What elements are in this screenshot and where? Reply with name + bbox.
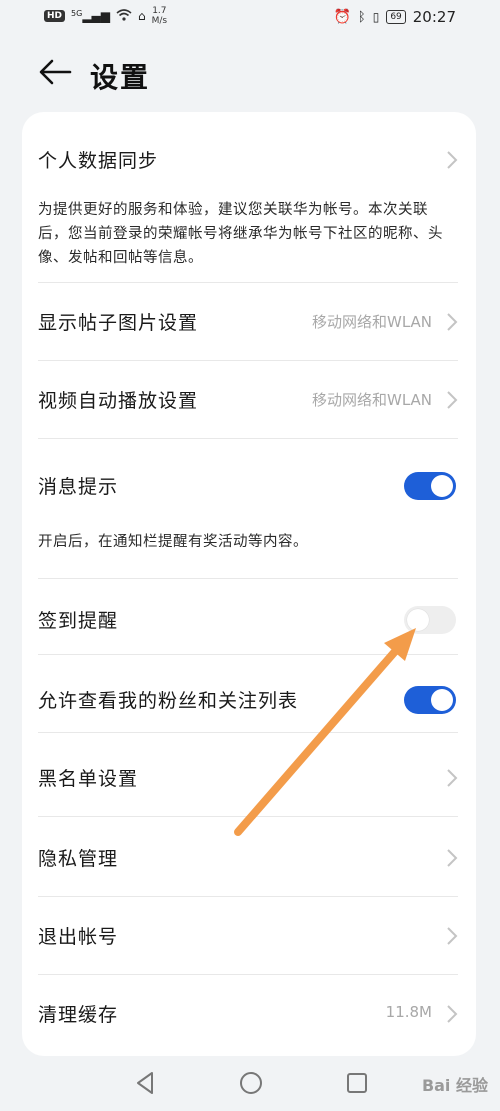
chevron-right-icon bbox=[447, 849, 458, 867]
watermark: Bai 经验 bbox=[421, 1076, 488, 1095]
divider bbox=[38, 816, 458, 817]
fans-visibility-toggle[interactable] bbox=[404, 686, 456, 714]
nav-recents-icon[interactable] bbox=[342, 1068, 372, 1098]
post-image-setting-row[interactable]: 显示帖子图片设置 移动网络和WLAN bbox=[38, 302, 458, 342]
net-speed: 1.7 M/s bbox=[152, 6, 168, 26]
post-image-setting-value: 移动网络和WLAN bbox=[311, 313, 432, 331]
message-alert-description: 开启后，在通知栏提醒有奖活动等内容。 bbox=[38, 534, 308, 550]
network-type: 5G bbox=[71, 9, 83, 18]
alarm-icon: ⏰ bbox=[333, 9, 351, 25]
divider bbox=[38, 654, 458, 655]
divider bbox=[38, 360, 458, 361]
checkin-reminder-title: 签到提醒 bbox=[38, 610, 119, 632]
divider bbox=[38, 282, 458, 283]
divider bbox=[38, 896, 458, 897]
divider bbox=[38, 732, 458, 733]
status-left: HD 5G▂▄▆ ⌂ 1.7 M/s bbox=[44, 6, 167, 26]
system-nav-bar: Bai 经验 bbox=[0, 1056, 500, 1111]
toggle-knob bbox=[431, 689, 453, 711]
clear-cache-row[interactable]: 清理缓存 11.8M bbox=[38, 994, 458, 1034]
post-image-setting-title: 显示帖子图片设置 bbox=[38, 312, 199, 334]
nav-back-icon[interactable] bbox=[130, 1068, 160, 1098]
clear-cache-title: 清理缓存 bbox=[38, 1004, 119, 1026]
bluetooth-icon: ᛒ bbox=[357, 9, 366, 25]
chevron-right-icon bbox=[447, 391, 458, 409]
privacy-title: 隐私管理 bbox=[38, 848, 119, 870]
chevron-right-icon bbox=[447, 313, 458, 331]
page-title: 设置 bbox=[90, 61, 151, 94]
app-header: 设置 bbox=[0, 48, 500, 100]
chevron-right-icon bbox=[447, 927, 458, 945]
chevron-right-icon bbox=[447, 1005, 458, 1023]
chevron-right-icon bbox=[447, 769, 458, 787]
hd-badge: HD bbox=[44, 10, 66, 22]
hotspot-icon: ⌂ bbox=[138, 9, 146, 23]
logout-row[interactable]: 退出帐号 bbox=[38, 916, 458, 956]
privacy-row[interactable]: 隐私管理 bbox=[38, 838, 458, 878]
checkin-reminder-toggle[interactable] bbox=[404, 606, 456, 634]
sync-description: 为提供更好的服务和体验，建议您关联华为帐号。本次关联后，您当前登录的荣耀帐号将继… bbox=[38, 202, 443, 266]
status-bar: HD 5G▂▄▆ ⌂ 1.7 M/s ⏰ ᛒ ▯ 69 20:27 bbox=[0, 0, 500, 36]
chevron-right-icon bbox=[447, 151, 458, 169]
net-speed-value: 1.7 bbox=[152, 6, 167, 16]
toggle-knob bbox=[407, 609, 429, 631]
fans-visibility-title: 允许查看我的粉丝和关注列表 bbox=[38, 690, 299, 712]
video-autoplay-value: 移动网络和WLAN bbox=[311, 391, 432, 409]
checkin-reminder-row: 签到提醒 bbox=[38, 600, 458, 640]
blacklist-row[interactable]: 黑名单设置 bbox=[38, 758, 458, 798]
message-alert-title: 消息提示 bbox=[38, 476, 119, 498]
signal-icon: 5G▂▄▆ bbox=[71, 9, 110, 23]
back-arrow-icon[interactable] bbox=[38, 58, 72, 86]
battery-icon: 69 bbox=[386, 10, 406, 24]
settings-card: 个人数据同步 为提供更好的服务和体验，建议您关联华为帐号。本次关联后，您当前登录… bbox=[22, 112, 476, 1056]
blacklist-title: 黑名单设置 bbox=[38, 768, 139, 790]
sync-row[interactable]: 个人数据同步 bbox=[38, 142, 458, 178]
message-alert-row: 消息提示 bbox=[38, 466, 458, 506]
wifi-icon bbox=[116, 8, 132, 24]
sync-description-block: 为提供更好的服务和体验，建议您关联华为帐号。本次关联后，您当前登录的荣耀帐号将继… bbox=[38, 198, 458, 278]
sync-title: 个人数据同步 bbox=[38, 150, 159, 172]
cache-size-value: 11.8M bbox=[385, 1003, 432, 1021]
divider bbox=[38, 578, 458, 579]
message-alert-toggle[interactable] bbox=[404, 472, 456, 500]
fans-visibility-row: 允许查看我的粉丝和关注列表 bbox=[38, 680, 458, 720]
clock: 20:27 bbox=[412, 8, 456, 26]
net-speed-unit: M/s bbox=[151, 16, 168, 26]
video-autoplay-row[interactable]: 视频自动播放设置 移动网络和WLAN bbox=[38, 380, 458, 420]
vibrate-icon: ▯ bbox=[372, 10, 380, 24]
message-alert-description-block: 开启后，在通知栏提醒有奖活动等内容。 bbox=[38, 530, 458, 558]
video-autoplay-title: 视频自动播放设置 bbox=[38, 390, 199, 412]
logout-title: 退出帐号 bbox=[38, 926, 119, 948]
divider bbox=[38, 974, 458, 975]
divider bbox=[38, 438, 458, 439]
toggle-knob bbox=[431, 475, 453, 497]
status-right: ⏰ ᛒ ▯ 69 20:27 bbox=[333, 8, 456, 26]
nav-home-icon[interactable] bbox=[236, 1068, 266, 1098]
